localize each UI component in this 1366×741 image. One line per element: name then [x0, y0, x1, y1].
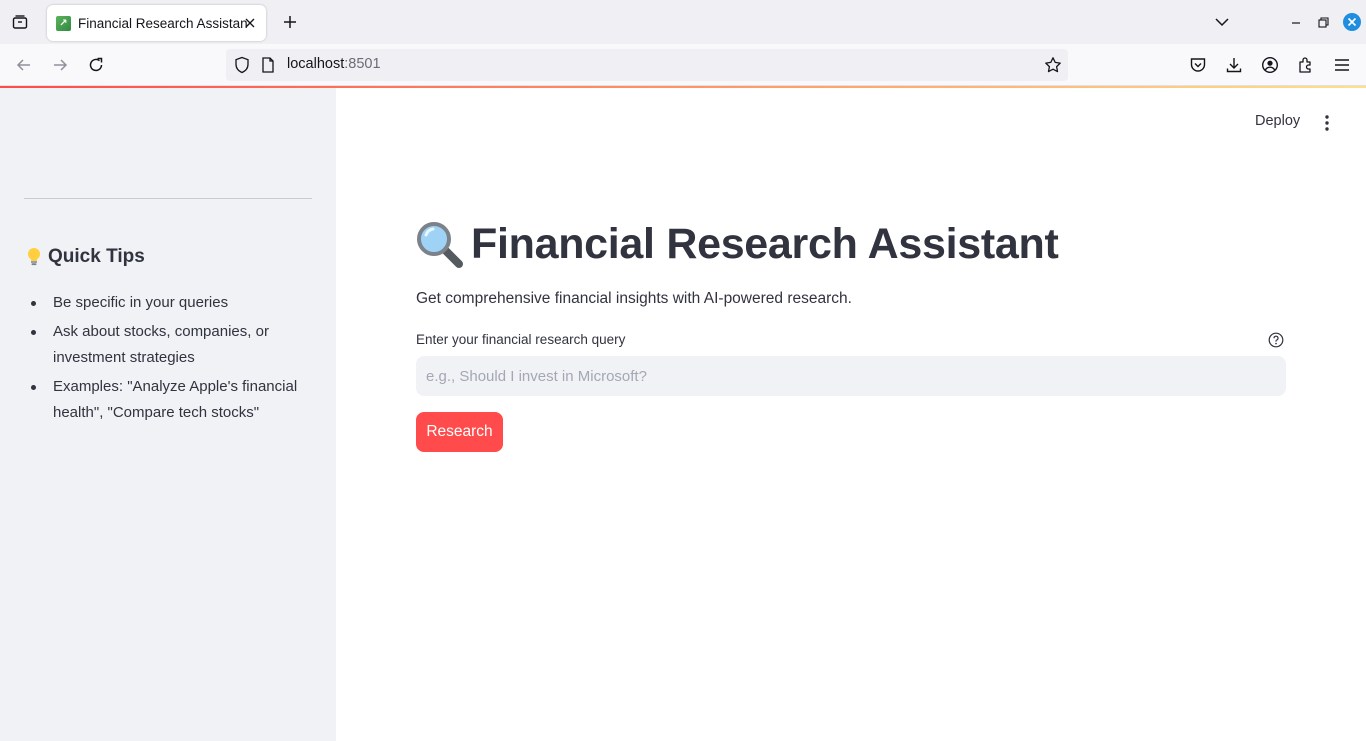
sidebar: Quick Tips Be specific in your queries A…: [0, 88, 336, 741]
minimize-icon[interactable]: [1285, 11, 1307, 33]
pocket-icon[interactable]: [1186, 53, 1210, 77]
url-host: localhost: [287, 56, 345, 72]
list-item: Examples: "Analyze Apple's financial hea…: [31, 374, 313, 426]
extensions-icon[interactable]: [1294, 53, 1318, 77]
lightbulb-icon: [24, 246, 44, 268]
quick-tips-heading: Quick Tips: [24, 246, 145, 268]
shield-icon[interactable]: [233, 56, 251, 79]
bookmark-star-icon[interactable]: [1044, 56, 1062, 79]
query-label: Enter your financial research query: [416, 332, 626, 347]
address-bar[interactable]: localhost:8501: [226, 49, 1068, 81]
list-item: Ask about stocks, companies, or investme…: [31, 319, 313, 371]
download-icon[interactable]: [1222, 53, 1246, 77]
url-port: :8501: [344, 56, 381, 72]
query-input[interactable]: [416, 356, 1286, 396]
tips-list: Be specific in your queries Ask about st…: [31, 290, 313, 429]
main-content: Deploy Financial Research Assistant Get …: [336, 88, 1366, 741]
url-text[interactable]: localhost:8501: [287, 56, 381, 72]
page-title: Financial Research Assistant: [471, 220, 1059, 268]
back-arrow-icon[interactable]: [12, 53, 36, 77]
forward-arrow-icon[interactable]: [48, 53, 72, 77]
list-all-tabs-icon[interactable]: [1211, 11, 1233, 33]
chart-favicon-icon: ↗: [56, 15, 71, 31]
help-icon[interactable]: [1268, 332, 1284, 348]
research-button[interactable]: Research: [416, 412, 503, 452]
browser-nav-bar: localhost:8501: [0, 44, 1366, 86]
page-info-icon[interactable]: [261, 57, 275, 78]
browser-tab-bar: ↗ Financial Research Assistant: [0, 0, 1366, 44]
restore-icon[interactable]: [1312, 11, 1334, 33]
page-title-row: Financial Research Assistant: [416, 220, 1059, 269]
close-tab-icon[interactable]: [241, 14, 259, 32]
app-menu-icon[interactable]: [1330, 53, 1354, 77]
page-subtitle: Get comprehensive financial insights wit…: [416, 290, 852, 307]
sidebar-divider: [24, 198, 312, 199]
tab-title: Financial Research Assistant: [78, 15, 248, 31]
quick-tips-title: Quick Tips: [48, 246, 145, 267]
magnifying-glass-icon: [417, 221, 463, 268]
new-tab-icon[interactable]: [279, 11, 301, 33]
deploy-button[interactable]: Deploy: [1249, 110, 1306, 132]
close-window-icon[interactable]: [1341, 11, 1363, 33]
more-options-icon[interactable]: [1317, 112, 1337, 134]
account-icon[interactable]: [1258, 53, 1282, 77]
reload-icon[interactable]: [84, 53, 108, 77]
browser-tab[interactable]: ↗ Financial Research Assistant: [47, 5, 266, 41]
list-item: Be specific in your queries: [31, 290, 313, 316]
tab-list-icon[interactable]: [8, 10, 32, 34]
